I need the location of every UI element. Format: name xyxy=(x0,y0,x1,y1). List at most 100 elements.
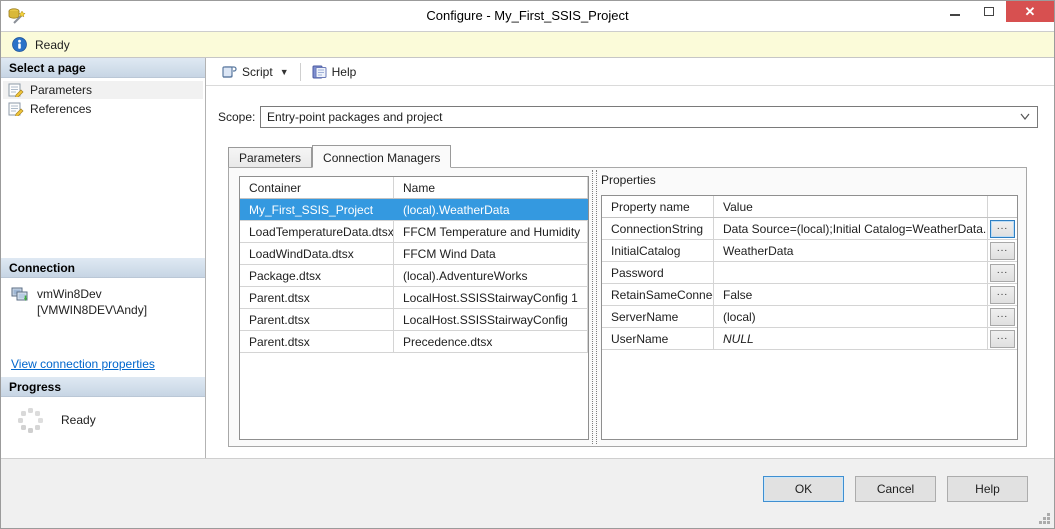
column-header-value[interactable]: Value xyxy=(714,196,988,217)
cell-browse: ... xyxy=(988,328,1017,349)
column-header-name[interactable]: Name xyxy=(394,177,588,198)
cell-property-name: InitialCatalog xyxy=(602,240,714,261)
cell-browse: ... xyxy=(988,240,1017,261)
cell-name: FFCM Temperature and Humidity xyxy=(394,221,588,242)
cell-browse: ... xyxy=(988,262,1017,283)
cell-name: (local).AdventureWorks xyxy=(394,265,588,286)
page-icon xyxy=(8,102,24,116)
connection-server: vmWin8Dev xyxy=(37,286,147,302)
progress-status: Ready xyxy=(61,413,96,427)
minimize-button[interactable] xyxy=(938,1,972,22)
help-button[interactable]: Help xyxy=(305,61,364,83)
cell-container: Package.dtsx xyxy=(240,265,394,286)
cell-container: Parent.dtsx xyxy=(240,309,394,330)
table-row[interactable]: Parent.dtsxLocalHost.SSISStairwayConfig … xyxy=(240,287,588,309)
properties-table-body: ConnectionStringData Source=(local);Init… xyxy=(602,218,1017,350)
property-row[interactable]: RetainSameConnec...False... xyxy=(602,284,1017,306)
cell-container: My_First_SSIS_Project xyxy=(240,199,394,220)
property-row[interactable]: InitialCatalogWeatherData... xyxy=(602,240,1017,262)
maximize-button[interactable] xyxy=(972,1,1006,22)
script-button[interactable]: Script ▼ xyxy=(214,61,296,83)
connection-header: Connection xyxy=(1,258,205,278)
ellipsis-button[interactable]: ... xyxy=(990,264,1015,282)
table-row[interactable]: LoadWindData.dtsxFFCM Wind Data xyxy=(240,243,588,265)
property-row[interactable]: UserNameNULL... xyxy=(602,328,1017,350)
property-row[interactable]: Password... xyxy=(602,262,1017,284)
view-connection-properties-link[interactable]: View connection properties xyxy=(11,357,155,371)
table-row[interactable]: Package.dtsx(local).AdventureWorks xyxy=(240,265,588,287)
chevron-down-icon: ▼ xyxy=(280,67,289,77)
cell-property-value[interactable]: NULL xyxy=(714,328,988,349)
column-header-container[interactable]: Container xyxy=(240,177,394,198)
progress-section: Ready xyxy=(1,397,205,458)
configure-dialog: Configure - My_First_SSIS_Project ✕ Read… xyxy=(0,0,1055,529)
cell-property-value[interactable]: Data Source=(local);Initial Catalog=Weat… xyxy=(714,218,988,239)
managers-table-body: My_First_SSIS_Project(local).WeatherData… xyxy=(240,199,588,353)
help-button-label: Help xyxy=(332,65,357,79)
ellipsis-button[interactable]: ... xyxy=(990,286,1015,304)
table-row[interactable]: Parent.dtsxLocalHost.SSISStairwayConfig xyxy=(240,309,588,331)
help-icon xyxy=(312,65,327,79)
page-icon xyxy=(8,83,24,97)
script-button-label: Script xyxy=(242,65,273,79)
cell-browse: ... xyxy=(988,284,1017,305)
footer: OK Cancel Help xyxy=(1,458,1054,528)
close-button[interactable]: ✕ xyxy=(1006,1,1054,22)
toolbar-separator xyxy=(300,63,301,81)
cell-property-name: ServerName xyxy=(602,306,714,327)
cell-name: LocalHost.SSISStairwayConfig xyxy=(394,309,588,330)
connection-managers-tab-page: Container Name My_First_SSIS_Project(loc… xyxy=(228,167,1027,447)
status-text: Ready xyxy=(35,38,70,52)
scope-dropdown[interactable]: Entry-point packages and project xyxy=(260,106,1038,128)
table-row[interactable]: My_First_SSIS_Project(local).WeatherData xyxy=(240,199,588,221)
properties-table: Property name Value ConnectionStringData… xyxy=(601,195,1018,440)
maximize-icon xyxy=(984,7,994,16)
cell-browse: ... xyxy=(988,218,1017,239)
sidebar-item-parameters[interactable]: Parameters xyxy=(3,81,203,99)
sidebar-item-references[interactable]: References xyxy=(3,100,203,118)
table-row[interactable]: LoadTemperatureData.dtsxFFCM Temperature… xyxy=(240,221,588,243)
connection-section: vmWin8Dev [VMWIN8DEV\Andy] View connecti… xyxy=(1,278,205,377)
cell-property-value[interactable]: (local) xyxy=(714,306,988,327)
ellipsis-button[interactable]: ... xyxy=(990,308,1015,326)
resize-grip[interactable] xyxy=(1047,521,1050,524)
connection-user: [VMWIN8DEV\Andy] xyxy=(37,302,147,318)
cell-property-value[interactable]: WeatherData xyxy=(714,240,988,261)
scope-label: Scope: xyxy=(218,110,260,124)
tab-parameters[interactable]: Parameters xyxy=(228,147,312,167)
cell-property-name: Password xyxy=(602,262,714,283)
cell-container: Parent.dtsx xyxy=(240,331,394,352)
sidebar-item-label: Parameters xyxy=(30,83,92,97)
cell-container: Parent.dtsx xyxy=(240,287,394,308)
window-title: Configure - My_First_SSIS_Project xyxy=(1,8,1054,23)
toolbar: Script ▼ Help xyxy=(206,58,1054,86)
cell-name: Precedence.dtsx xyxy=(394,331,588,352)
column-header-property-name[interactable]: Property name xyxy=(602,196,714,217)
cell-property-value[interactable] xyxy=(714,262,988,283)
cell-property-value[interactable]: False xyxy=(714,284,988,305)
panel-splitter[interactable] xyxy=(592,170,597,444)
cancel-button[interactable]: Cancel xyxy=(855,476,936,502)
table-row[interactable]: Parent.dtsxPrecedence.dtsx xyxy=(240,331,588,353)
ellipsis-button[interactable]: ... xyxy=(990,330,1015,348)
page-list: Parameters References xyxy=(1,78,205,258)
script-icon xyxy=(221,65,237,79)
cell-property-name: RetainSameConnec... xyxy=(602,284,714,305)
connection-managers-table: Container Name My_First_SSIS_Project(loc… xyxy=(239,176,589,440)
column-header-browse xyxy=(988,196,1017,217)
ellipsis-button[interactable]: ... xyxy=(990,220,1015,238)
help-footer-button[interactable]: Help xyxy=(947,476,1028,502)
property-row[interactable]: ServerName(local)... xyxy=(602,306,1017,328)
scope-dropdown-value: Entry-point packages and project xyxy=(267,110,442,124)
cell-name: (local).WeatherData xyxy=(394,199,588,220)
tab-strip: Parameters Connection Managers xyxy=(228,145,1054,167)
ok-button[interactable]: OK xyxy=(763,476,844,502)
status-bar: Ready xyxy=(1,31,1054,58)
title-bar: Configure - My_First_SSIS_Project ✕ xyxy=(1,1,1054,31)
managers-table-header: Container Name xyxy=(240,177,588,199)
connection-info: vmWin8Dev [VMWIN8DEV\Andy] xyxy=(37,286,147,318)
ellipsis-button[interactable]: ... xyxy=(990,242,1015,260)
property-row[interactable]: ConnectionStringData Source=(local);Init… xyxy=(602,218,1017,240)
tab-connection-managers[interactable]: Connection Managers xyxy=(312,145,451,168)
minimize-icon xyxy=(950,14,960,16)
